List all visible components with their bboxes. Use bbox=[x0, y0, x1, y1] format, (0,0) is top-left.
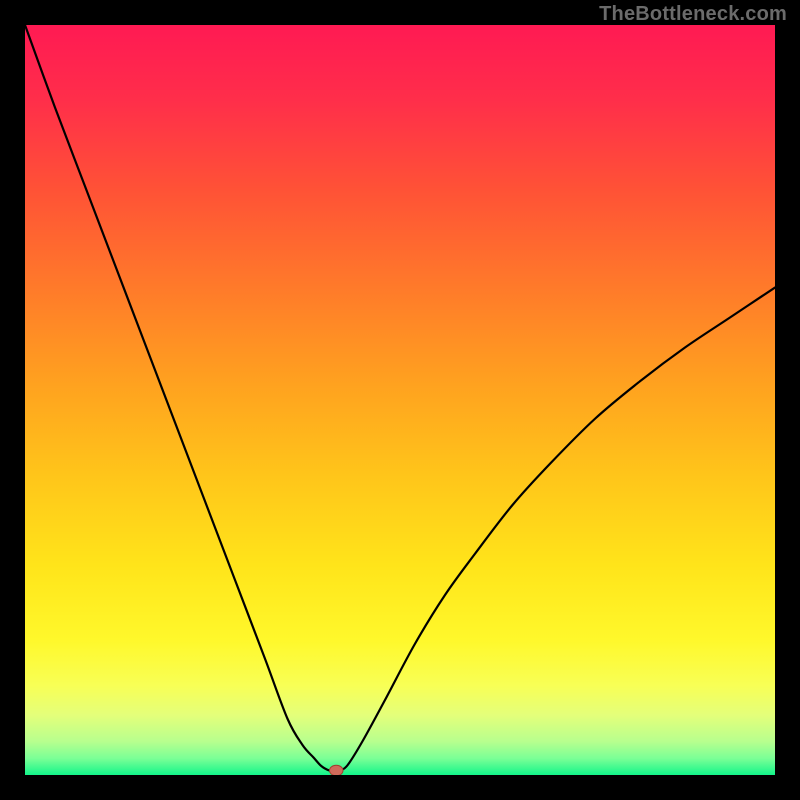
plot-area bbox=[25, 25, 775, 775]
bottleneck-curve bbox=[25, 25, 775, 775]
watermark-text: TheBottleneck.com bbox=[599, 3, 787, 26]
chart-frame: TheBottleneck.com bbox=[0, 0, 800, 800]
minimum-marker-icon bbox=[330, 765, 344, 775]
